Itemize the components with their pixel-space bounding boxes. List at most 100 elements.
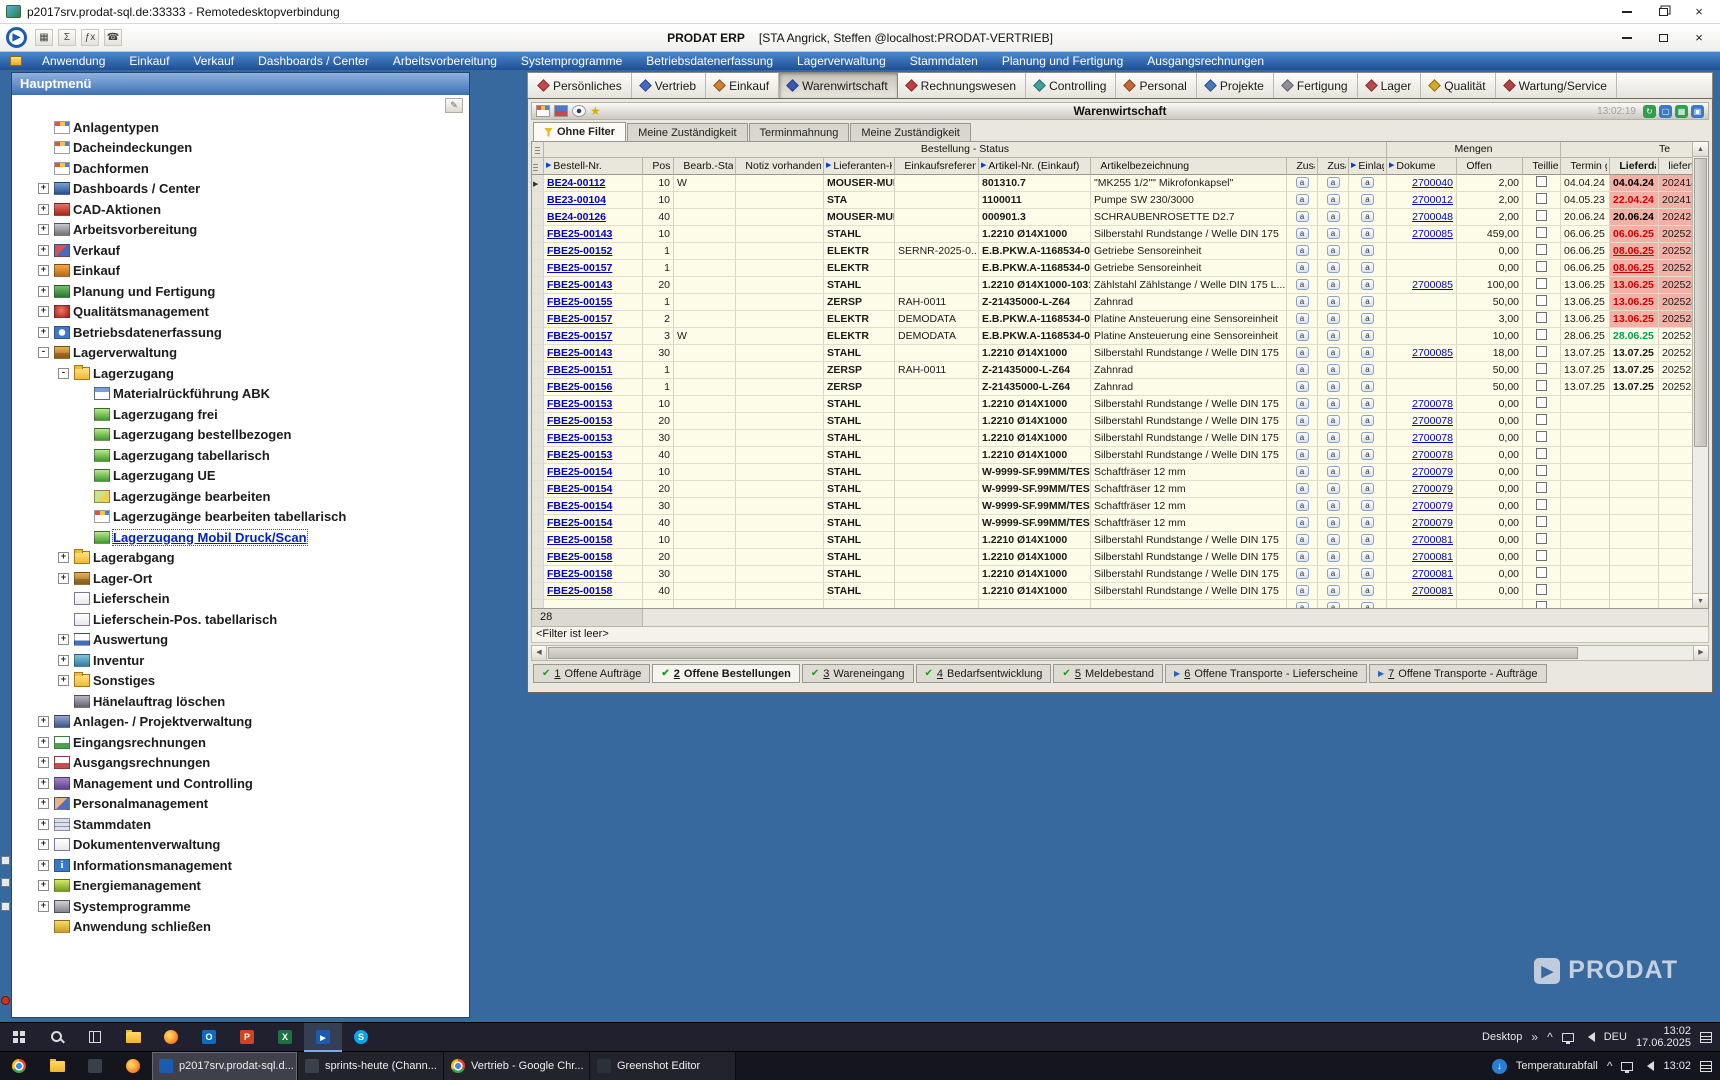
excel-icon[interactable] (266, 1023, 304, 1052)
text-note-icon[interactable] (1327, 279, 1340, 290)
column-header[interactable]: Artikelbezeichnung (1091, 158, 1287, 175)
table-row[interactable]: FBE25-00154 10 STAHL W-9999-SF.99MM/TEST… (532, 464, 1692, 481)
table-row[interactable] (532, 600, 1692, 608)
table-row[interactable]: FBE25-00143 20 STAHL 1.2210 Ø14X1000-103… (532, 277, 1692, 294)
partial-delivery-checkbox[interactable] (1536, 363, 1547, 374)
tree-expander[interactable]: + (38, 286, 49, 297)
text-note-icon[interactable] (1296, 432, 1309, 443)
menu-item[interactable]: Arbeitsvorbereitung (381, 52, 509, 70)
order-number-link[interactable]: FBE25-00156 (547, 381, 612, 393)
column-header[interactable]: Einkaufsreferenz (895, 158, 979, 175)
skype-icon[interactable] (342, 1023, 380, 1052)
text-note-icon[interactable] (1296, 211, 1309, 222)
tree-expander[interactable]: - (58, 368, 69, 379)
document-link[interactable]: 2700078 (1412, 415, 1453, 427)
action-center-icon[interactable] (1700, 1061, 1712, 1072)
tree-expander[interactable]: + (58, 634, 69, 645)
prodat-taskbar-icon[interactable] (304, 1023, 342, 1052)
document-link[interactable]: 2700085 (1412, 347, 1453, 359)
text-note-icon[interactable] (1296, 398, 1309, 409)
tree-item[interactable]: + Betriebsdatenerfassung (12, 322, 469, 343)
tree-expander[interactable]: + (58, 675, 69, 686)
module-tab[interactable]: Einkauf (706, 73, 779, 98)
order-number-link[interactable]: FBE25-00153 (547, 449, 612, 461)
toolbar-chevron-icon[interactable]: » (1531, 1030, 1538, 1044)
partial-delivery-checkbox[interactable] (1536, 414, 1547, 425)
document-link[interactable]: 2700085 (1412, 279, 1453, 291)
order-number-link[interactable]: FBE25-00158 (547, 551, 612, 563)
table-row[interactable]: FBE25-00151 1 ZERSP RAH-0011 Z-21435000-… (532, 362, 1692, 379)
tree-expander[interactable]: + (38, 737, 49, 748)
menu-item[interactable]: Anwendung (30, 52, 117, 70)
text-note-icon[interactable] (1296, 585, 1309, 596)
text-note-icon[interactable] (1327, 551, 1340, 562)
text-note-icon[interactable] (1296, 381, 1309, 392)
partial-delivery-checkbox[interactable] (1536, 567, 1547, 578)
document-link[interactable]: 2700048 (1412, 211, 1453, 223)
language-indicator[interactable]: DEU (1604, 1031, 1627, 1043)
order-number-link[interactable]: FBE25-00157 (547, 313, 612, 325)
tree-expander[interactable]: + (58, 573, 69, 584)
text-note-icon[interactable] (1327, 398, 1340, 409)
module-tab[interactable]: Qualität (1421, 73, 1495, 98)
text-note-icon[interactable] (1296, 551, 1309, 562)
menu-item[interactable]: Verkauf (181, 52, 246, 70)
partial-delivery-checkbox[interactable] (1536, 448, 1547, 459)
network-icon[interactable] (1562, 1033, 1574, 1042)
partial-delivery-checkbox[interactable] (1536, 533, 1547, 544)
text-note-icon[interactable] (1361, 296, 1374, 307)
partial-delivery-checkbox[interactable] (1536, 278, 1547, 289)
filter-tab[interactable]: Meine Zuständigkeit (627, 123, 747, 141)
column-header[interactable]: Einlage (1349, 158, 1387, 175)
text-note-icon[interactable] (1327, 228, 1340, 239)
table-row[interactable]: FBE25-00153 20 STAHL 1.2210 Ø14X1000 Sil… (532, 413, 1692, 430)
text-note-icon[interactable] (1296, 347, 1309, 358)
document-link[interactable]: 2700081 (1412, 568, 1453, 580)
text-note-icon[interactable] (1296, 313, 1309, 324)
partial-delivery-checkbox[interactable] (1536, 312, 1547, 323)
partial-delivery-checkbox[interactable] (1536, 261, 1547, 272)
document-link[interactable]: 2700040 (1412, 177, 1453, 189)
text-note-icon[interactable] (1296, 194, 1309, 205)
text-note-icon[interactable] (1327, 296, 1340, 307)
scroll-down-icon[interactable]: ▼ (1693, 593, 1708, 608)
tree-expander[interactable]: + (38, 245, 49, 256)
order-number-link[interactable]: FBE25-00153 (547, 432, 612, 444)
text-note-icon[interactable] (1327, 500, 1340, 511)
partial-delivery-checkbox[interactable] (1536, 465, 1547, 476)
tree-expander[interactable]: + (38, 778, 49, 789)
partial-delivery-checkbox[interactable] (1536, 295, 1547, 306)
column-header[interactable]: Bearb.-Status Ei (674, 158, 736, 175)
text-note-icon[interactable] (1361, 245, 1374, 256)
table-row[interactable]: FBE25-00156 1 ZERSP Z-21435000-L-Z64 Zah… (532, 379, 1692, 396)
tree-item[interactable]: + Auswertung (12, 630, 469, 651)
table-row[interactable]: FBE25-00157 1 ELEKTR E.B.PKW.A-1168534-0… (532, 260, 1692, 277)
volume-icon[interactable] (1583, 1032, 1595, 1042)
window-menu-icon[interactable] (10, 56, 22, 66)
tree-item[interactable]: + Eingangsrechnungen (12, 732, 469, 753)
view-tab[interactable]: 6 Offene Transporte - Lieferscheine (1165, 664, 1367, 683)
hidden-icons-chevron[interactable]: ^ (1607, 1059, 1613, 1073)
partial-delivery-checkbox[interactable] (1536, 346, 1547, 357)
table-row[interactable]: FBE25-00154 40 STAHL W-9999-SF.99MM/TEST… (532, 515, 1692, 532)
tree-item[interactable]: + Verkauf (12, 240, 469, 261)
volume-icon[interactable] (1642, 1061, 1654, 1071)
text-note-icon[interactable] (1296, 279, 1309, 290)
table-row[interactable]: ▶ BE24-00112 10 W MOUSER-MUN 801310.7 "M… (532, 175, 1692, 192)
menu-item[interactable]: Planung und Fertigung (990, 52, 1135, 70)
horizontal-scrollbar[interactable]: ◀ ▶ (531, 645, 1709, 661)
text-note-icon[interactable] (1296, 330, 1309, 341)
taskbar-task-button[interactable]: Vertrieb - Google Chr... (444, 1052, 590, 1080)
menu-item[interactable]: Lagerverwaltung (785, 52, 898, 70)
text-note-icon[interactable] (1327, 211, 1340, 222)
menu-item[interactable]: Ausgangsrechnungen (1135, 52, 1276, 70)
tree-item[interactable]: + Dashboards / Center (12, 179, 469, 200)
order-number-link[interactable]: FBE25-00158 (547, 534, 612, 546)
menu-item[interactable]: Stammdaten (898, 52, 990, 70)
tree-item[interactable]: Lagerzugang frei (12, 404, 469, 425)
document-link[interactable]: 2700078 (1412, 449, 1453, 461)
text-note-icon[interactable] (1327, 313, 1340, 324)
table-row[interactable]: FBE25-00158 10 STAHL 1.2210 Ø14X1000 Sil… (532, 532, 1692, 549)
module-tab[interactable]: Fertigung (1274, 73, 1358, 98)
docked-panel-icon[interactable] (1, 856, 10, 865)
